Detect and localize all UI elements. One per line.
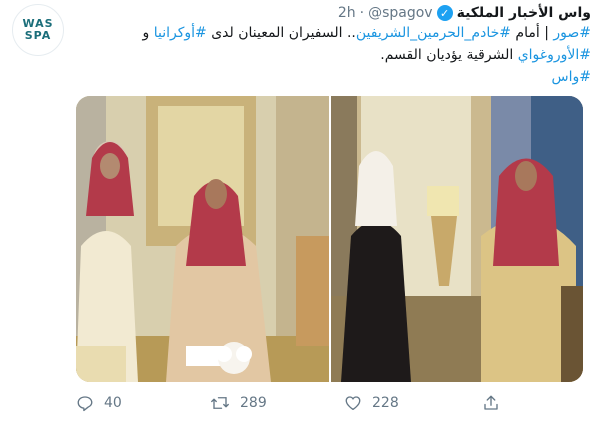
reply-icon	[77, 396, 93, 412]
avatar[interactable]: WAS SPA	[12, 4, 64, 56]
reply-button[interactable]: 40	[76, 394, 122, 412]
avatar-logo-line-2: SPA	[24, 29, 52, 42]
hashtag-ukraine[interactable]: #أوكرانيا	[154, 25, 207, 41]
tweet[interactable]: WAS SPA 2h · @spagov ✓ واس الأخبار الملك…	[0, 0, 601, 426]
tweet-media[interactable]	[76, 96, 583, 382]
hashtag-spa[interactable]: #واس	[552, 69, 591, 85]
hashtag-custodian[interactable]: #خادم_الحرمين_الشريفين	[356, 25, 511, 41]
photo-left-image	[76, 96, 329, 382]
share-button[interactable]	[482, 394, 510, 412]
retweet-icon	[211, 397, 229, 409]
verified-badge-icon: ✓	[436, 5, 453, 21]
reply-count: 40	[104, 395, 122, 411]
like-count: 228	[372, 395, 399, 411]
heart-icon	[345, 396, 361, 411]
photo-left[interactable]	[76, 96, 329, 382]
author-handle[interactable]: @spagov	[368, 5, 433, 21]
hashtag-uruguay[interactable]: #الأوروغواي	[518, 47, 591, 63]
tweet-actions: 40 289 228	[76, 392, 516, 414]
author-name[interactable]: واس الأخبار الملكية	[457, 5, 591, 21]
share-icon	[484, 395, 498, 410]
header-separator: ·	[359, 5, 365, 21]
tweet-header: 2h · @spagov ✓ واس الأخبار الملكية	[338, 2, 591, 24]
like-button[interactable]: 228	[344, 394, 399, 412]
text-segment-3: و	[142, 25, 154, 41]
text-segment-2: .. السفيران المعينان لدى	[206, 25, 356, 41]
text-segment-1: | أمام	[510, 25, 554, 41]
hashtag-photos[interactable]: #صور	[553, 25, 591, 41]
photo-right-image	[331, 96, 583, 382]
retweet-count: 289	[240, 395, 267, 411]
tweet-text: #صور | أمام #خادم_الحرمين_الشريفين.. الس…	[71, 22, 592, 88]
retweet-button[interactable]: 289	[210, 394, 267, 412]
text-segment-4: الشرقية يؤديان القسم.	[380, 47, 518, 63]
photo-right[interactable]	[331, 96, 583, 382]
tweet-time[interactable]: 2h	[338, 5, 356, 21]
